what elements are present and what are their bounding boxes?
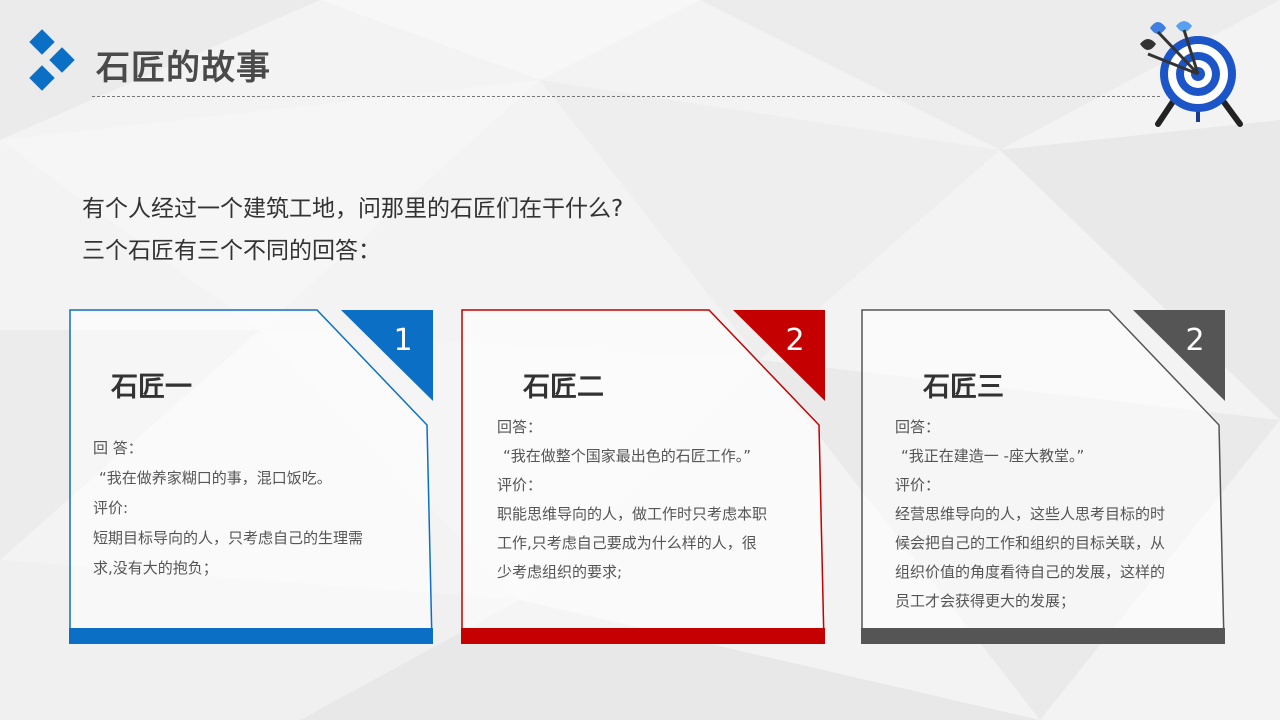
card-heading: 石匠二 <box>523 372 604 403</box>
dartboard-icon <box>1140 21 1243 127</box>
card-line: 评价： <box>895 476 941 494</box>
card-line: 评价: <box>93 499 129 517</box>
card-line: 回答： <box>497 418 543 436</box>
card-line: 员工才会获得更大的发展； <box>895 592 1076 610</box>
card-line: “我在做养家糊口的事，混口饭吃。 <box>99 469 332 487</box>
card-line: 求,没有大的抱负； <box>93 559 218 577</box>
intro-line: 有个人经过一个建筑工地，问那里的石匠们在干什么? <box>82 196 624 222</box>
card-number-badge: 2 <box>785 323 805 358</box>
card-footer-bar <box>69 628 433 644</box>
card-number-badge: 1 <box>393 323 413 358</box>
card-line: “我在做整个国家最出色的石匠工作。” <box>503 447 752 465</box>
page-title: 石匠的故事 <box>96 48 271 88</box>
card-line: 回 答： <box>93 439 143 457</box>
card-line: “我正在建造一 -座大教堂。” <box>901 447 1085 465</box>
card-mason-2: 2 石匠二 回答： “我在做整个国家最出色的石匠工作。” 评价： 职能思维导向的… <box>461 309 825 644</box>
card-mason-3: 2 石匠三 回答： “我正在建造一 -座大教堂。” 评价： 经营思维导向的人，这… <box>861 309 1225 644</box>
card-line: 经营思维导向的人，这些人思考目标的时 <box>895 505 1166 523</box>
card-footer-bar <box>461 628 825 644</box>
card-mason-1: 1 石匠一 回 答： “我在做养家糊口的事，混口饭吃。 评价: 短期目标导向的人… <box>69 309 433 644</box>
card-line: 组织价值的角度看待自己的发展，这样的 <box>895 563 1166 581</box>
card-footer-bar <box>861 628 1225 644</box>
card-line: 评价： <box>497 476 543 494</box>
card-body: 回答： “我正在建造一 -座大教堂。” 评价： 经营思维导向的人，这些人思考目标… <box>895 413 1165 616</box>
card-line: 短期目标导向的人，只考虑自己的生理需 <box>93 529 364 547</box>
card-heading: 石匠三 <box>923 372 1004 403</box>
card-body: 回 答： “我在做养家糊口的事，混口饭吃。 评价: 短期目标导向的人，只考虑自己… <box>93 433 363 583</box>
card-line: 少考虑组织的要求; <box>497 563 623 581</box>
intro-text: 有个人经过一个建筑工地，问那里的石匠们在干什么? 三个石匠有三个不同的回答： <box>82 188 623 272</box>
card-line: 候会把自己的工作和组织的目标关联，从 <box>895 534 1166 552</box>
card-number-badge: 2 <box>1185 323 1205 358</box>
diamond-cluster-icon <box>29 29 75 91</box>
intro-line: 三个石匠有三个不同的回答： <box>82 238 381 264</box>
card-body: 回答： “我在做整个国家最出色的石匠工作。” 评价： 职能思维导向的人，做工作时… <box>497 413 767 587</box>
card-line: 工作,只考虑自己要成为什么样的人，很 <box>497 534 757 552</box>
card-heading: 石匠一 <box>111 372 192 403</box>
title-divider <box>92 96 1160 97</box>
card-line: 回答： <box>895 418 941 436</box>
card-line: 职能思维导向的人，做工作时只考虑本职 <box>497 505 768 523</box>
